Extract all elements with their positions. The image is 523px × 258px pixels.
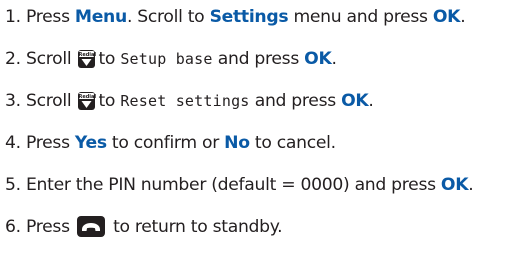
step-text: Scroll bbox=[25, 91, 72, 111]
ok-keyword: OK bbox=[432, 7, 461, 27]
menu-keyword: Menu bbox=[74, 7, 127, 27]
redial-down-arrow-icon: Redial bbox=[78, 50, 97, 68]
display-menu-text: Reset settings bbox=[120, 92, 250, 110]
step-1: 1. Press Menu. Scroll to Settings menu a… bbox=[5, 6, 520, 48]
step-text: to bbox=[98, 49, 121, 69]
step-text: to confirm or bbox=[106, 133, 225, 153]
step-3: 3. Scroll Redial to Reset settings and pr… bbox=[5, 90, 520, 132]
redial-down-arrow-icon: Redial bbox=[78, 92, 97, 110]
ok-keyword: OK bbox=[440, 175, 469, 195]
settings-keyword: Settings bbox=[209, 7, 289, 27]
ok-keyword: OK bbox=[304, 49, 332, 69]
step-text: and press bbox=[212, 49, 305, 69]
redial-key-label: Redial bbox=[78, 94, 97, 100]
end-call-handset-icon bbox=[76, 216, 105, 237]
step-text: . Scroll to bbox=[126, 7, 210, 27]
step-2: 2. Scroll Redial to Setup base and press … bbox=[5, 48, 520, 90]
ok-keyword: OK bbox=[341, 91, 369, 111]
step-5: 5. Enter the PIN number (default = 0000)… bbox=[5, 174, 520, 216]
step-text: to bbox=[98, 91, 121, 111]
step-text: to cancel. bbox=[249, 133, 336, 153]
step-text: Press bbox=[25, 133, 75, 153]
step-text: . bbox=[468, 175, 474, 195]
step-4: 4. Press Yes to confirm or No to cancel. bbox=[5, 132, 520, 174]
step-number: 4. bbox=[5, 133, 21, 153]
step-text: menu and press bbox=[288, 7, 433, 27]
yes-keyword: Yes bbox=[74, 133, 107, 153]
step-number: 5. bbox=[5, 175, 21, 195]
step-number: 2. bbox=[5, 49, 21, 69]
instruction-list: 1. Press Menu. Scroll to Settings menu a… bbox=[5, 6, 520, 258]
step-text: . bbox=[460, 7, 466, 27]
step-number: 3. bbox=[5, 91, 21, 111]
step-text: to return to standby. bbox=[113, 217, 283, 237]
no-keyword: No bbox=[224, 133, 250, 153]
redial-key-label: Redial bbox=[78, 52, 97, 58]
step-text: Scroll bbox=[25, 49, 72, 69]
step-text: Press bbox=[25, 217, 70, 237]
step-text: Enter the PIN number (default = 0000) an… bbox=[25, 175, 441, 195]
step-6: 6. Press to return to standby. bbox=[5, 216, 520, 258]
step-text: . bbox=[368, 91, 374, 111]
display-menu-text: Setup base bbox=[120, 50, 213, 68]
step-text: and press bbox=[249, 91, 342, 111]
step-number: 1. bbox=[5, 7, 21, 27]
step-text: Press bbox=[25, 7, 75, 27]
step-text: . bbox=[331, 49, 337, 69]
step-number: 6. bbox=[5, 217, 21, 237]
